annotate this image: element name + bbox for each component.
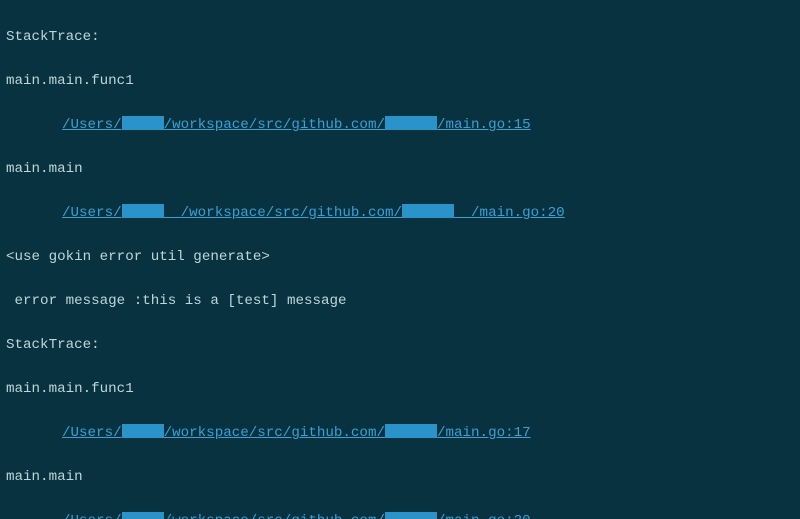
terminal-output: StackTrace: main.main.func1 /Users//work… [0, 0, 800, 519]
redacted-segment [402, 204, 454, 218]
file-link[interactable]: /Users/ /workspace/src/github.com/ /main… [62, 205, 565, 221]
redacted-segment [385, 116, 437, 130]
file-link[interactable]: /Users//workspace/src/github.com//main.g… [62, 513, 531, 519]
stack-frame: main.main [6, 469, 83, 485]
redacted-segment [122, 512, 164, 519]
stack-frame: main.main.func1 [6, 381, 134, 397]
redacted-segment [122, 116, 164, 130]
redacted-segment [122, 424, 164, 438]
redacted-segment [122, 204, 164, 218]
stack-frame: main.main.func1 [6, 73, 134, 89]
file-link[interactable]: /Users//workspace/src/github.com//main.g… [62, 425, 531, 441]
stacktrace-label: StackTrace: [6, 29, 100, 45]
stack-frame: main.main [6, 161, 83, 177]
redacted-segment [385, 424, 437, 438]
file-link[interactable]: /Users//workspace/src/github.com//main.g… [62, 117, 531, 133]
generator-tag: <use gokin error util generate> [6, 249, 270, 265]
error-message: error message :this is a [test] message [6, 293, 347, 309]
redacted-segment [385, 512, 437, 519]
stacktrace-label: StackTrace: [6, 337, 100, 353]
